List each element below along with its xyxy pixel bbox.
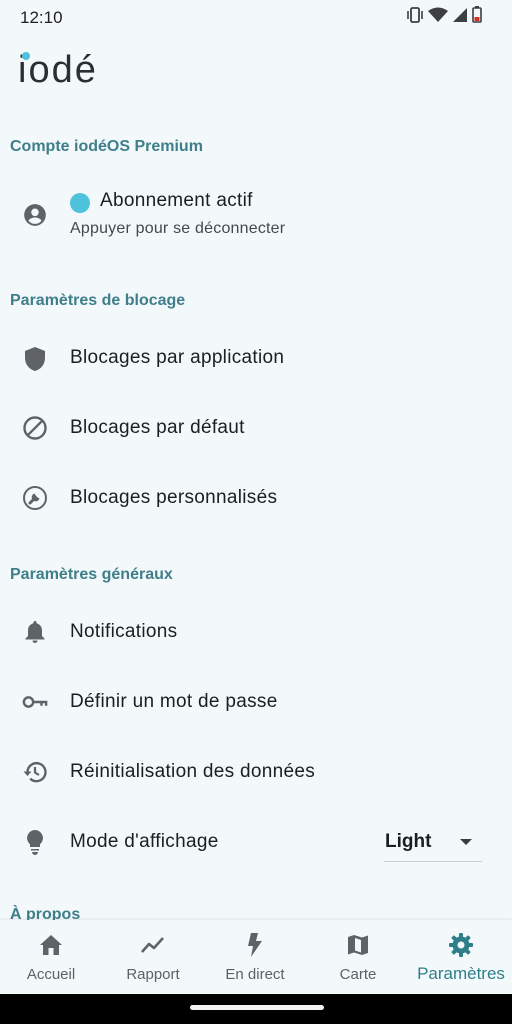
lightbulb-icon [22,829,48,855]
display-mode-value: Light [385,831,432,852]
subscription-status-subtitle: Appuyer pour se déconnecter [70,220,286,237]
nav-item-map[interactable]: Carte [307,920,409,994]
system-navigation-bar [0,994,512,1024]
bell-icon [22,619,48,645]
menu-item-label: Blocages par défaut [70,417,245,438]
status-icons [406,6,482,28]
status-time: 12:10 [20,8,63,27]
nav-label: Accueil [26,966,76,983]
chart-line-icon [140,932,166,958]
nav-label: Rapport [126,966,180,983]
section-blocking-title: Paramètres de blocage [10,292,186,309]
menu-item-app-blocking[interactable]: Blocages par application [0,328,512,388]
nav-item-home[interactable]: Accueil [0,920,102,994]
map-icon [345,932,371,958]
history-icon [22,759,48,785]
status-bar: 12:10 [0,0,512,34]
subscription-status-dot [70,193,90,213]
account-circle-icon [22,202,48,228]
display-mode-select[interactable]: Light [384,826,482,862]
nav-label: Paramètres [417,964,505,983]
nav-item-report[interactable]: Rapport [102,920,204,994]
nav-item-live[interactable]: En direct [204,920,306,994]
key-icon [22,689,48,715]
menu-item-label: Notifications [70,621,178,642]
menu-item-label: Définir un mot de passe [70,691,278,712]
home-icon [38,932,64,958]
block-icon [22,415,48,441]
menu-item-label: Blocages par application [70,347,285,368]
brand-dot [22,52,30,60]
brand-logo: iodé [18,50,98,94]
wrench-icon [22,485,48,511]
nav-label: Carte [339,966,377,983]
menu-item-default-blocking[interactable]: Blocages par défaut [0,398,512,458]
nav-label: En direct [225,966,285,983]
menu-item-label: Mode d'affichage [70,831,219,852]
shield-icon [22,346,48,372]
wifi-icon [428,7,448,28]
section-general-title: Paramètres généraux [10,566,173,583]
bottom-navigation: Accueil Rapport En direct Carte Paramètr… [0,920,512,994]
gear-icon [448,932,474,958]
menu-item-reset-data[interactable]: Réinitialisation des données [0,742,512,802]
signal-icon [452,7,468,28]
home-gesture-pill[interactable] [190,1005,324,1010]
menu-item-notifications[interactable]: Notifications [0,602,512,662]
subscription-status-title: Abonnement actif [100,190,253,211]
menu-item-label: Réinitialisation des données [70,761,315,782]
section-account-title: Compte iodéOS Premium [10,138,203,155]
dropdown-arrow-icon [460,839,472,845]
vibrate-icon [406,6,424,28]
menu-item-set-password[interactable]: Définir un mot de passe [0,672,512,732]
menu-item-custom-blocking[interactable]: Blocages personnalisés [0,468,512,528]
nav-item-settings[interactable]: Paramètres [410,920,512,994]
menu-item-label: Blocages personnalisés [70,487,278,508]
lightning-icon [242,932,268,958]
battery-low-icon [472,6,482,28]
